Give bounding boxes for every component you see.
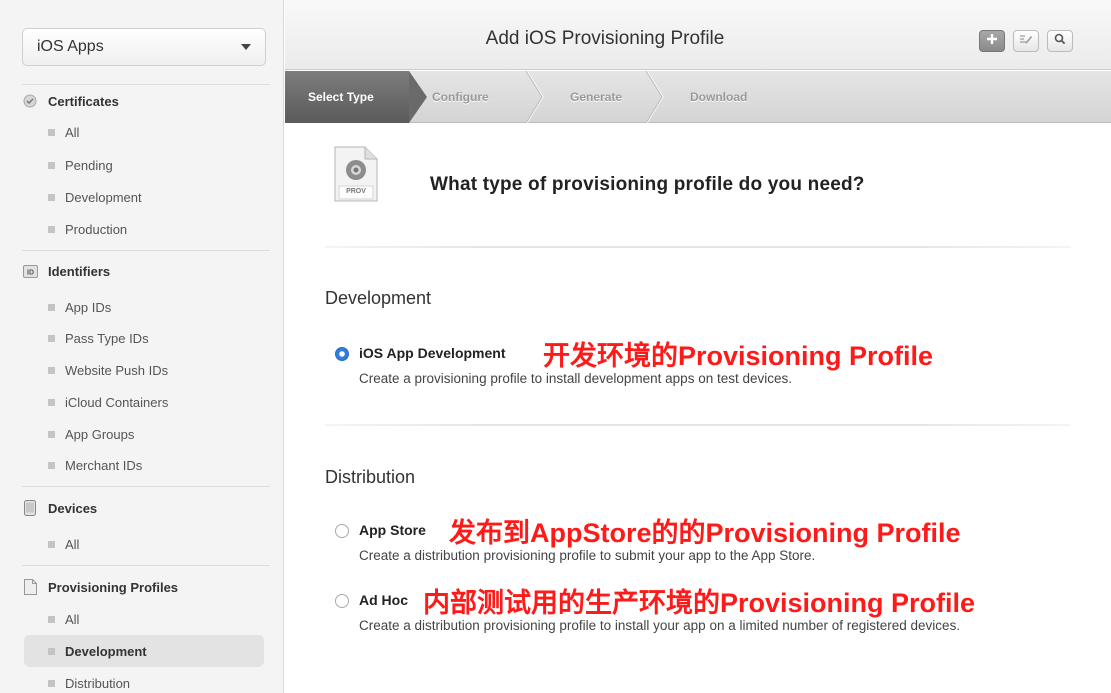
sidebar-section-devices[interactable]: Devices [22,497,97,519]
sidebar-section-label: Identifiers [48,263,111,279]
document-icon [22,579,38,595]
page-question: What type of provisioning profile do you… [430,174,865,195]
sidebar-item-pass-type-ids[interactable]: Pass Type IDs [48,327,149,349]
sidebar-item-label: iCloud Containers [65,394,169,410]
sidebar-item-label: Distribution [65,675,131,691]
sidebar-item-label: App IDs [65,299,112,315]
sidebar-section-provisioning-profiles[interactable]: Provisioning Profiles [22,576,178,598]
step-select-type: Select Type [285,71,427,123]
sidebar-section-label: Devices [48,500,98,516]
sidebar-item-icloud-containers[interactable]: iCloud Containers [48,391,168,413]
bullet-icon [48,540,55,548]
certificate-icon [22,93,38,109]
bullet-icon [48,647,55,655]
sidebar-item-website-push-ids[interactable]: Website Push IDs [48,359,168,381]
radio-ad-hoc[interactable] [335,594,349,608]
sidebar-divider [22,84,270,85]
bullet-icon [48,366,55,374]
sidebar-section-label: Certificates [48,93,119,109]
platform-select-label: iOS Apps [37,38,104,55]
sidebar-item-merchant-ids[interactable]: Merchant IDs [48,454,142,476]
divider [325,424,1071,426]
sidebar-item-label: Development [65,189,142,205]
sidebar-item-certificates-all[interactable]: All [48,121,79,143]
sidebar-item-label: Pending [65,157,113,173]
bullet-icon [48,334,55,342]
id-icon: ID [22,263,38,279]
bullet-icon [48,193,55,201]
step-separator-icon [525,71,544,123]
bullet-icon [48,128,55,136]
sidebar-item-label: Production [65,221,128,237]
step-configure: Configure [432,90,489,104]
page-title: Add iOS Provisioning Profile [485,28,725,49]
sidebar-divider [22,565,270,566]
edit-button[interactable] [1013,30,1039,52]
sidebar-item-label: Merchant IDs [65,457,143,473]
sidebar-item-label: Development [65,643,147,659]
sidebar-item-pending[interactable]: Pending [48,154,113,176]
bullet-icon [48,615,55,623]
option-label: iOS App Development [359,345,506,361]
sidebar-section-certificates[interactable]: Certificates [22,90,119,112]
sidebar-section-label: Provisioning Profiles [48,579,179,595]
step-generate: Generate [570,90,623,104]
option-label: App Store [359,522,426,538]
bullet-icon [48,679,55,687]
group-title-development: Development [325,288,432,308]
sidebar-item-label: All [65,611,80,627]
step-download: Download [690,90,748,104]
search-icon [1054,32,1066,50]
sidebar-divider [22,486,270,487]
sidebar-item-profiles-distribution[interactable]: Distribution [48,672,130,693]
sidebar-item-profiles-all[interactable]: All [48,608,79,630]
search-button[interactable] [1047,30,1073,52]
bullet-icon [48,161,55,169]
sidebar-item-app-ids[interactable]: App IDs [48,296,111,318]
group-title-distribution: Distribution [325,467,416,487]
device-icon [22,500,38,516]
sidebar-item-app-groups[interactable]: App Groups [48,423,134,445]
sidebar-item-devices-all[interactable]: All [48,533,79,555]
platform-select[interactable]: iOS Apps [22,28,266,66]
step-separator-icon [645,71,664,123]
bullet-icon [48,225,55,233]
sidebar-section-identifiers[interactable]: ID Identifiers [22,260,110,282]
plus-icon [986,32,998,50]
bullet-icon [48,303,55,311]
sidebar: iOS Apps Certificates All Pending Develo… [0,0,284,693]
divider [325,246,1071,248]
svg-text:ID: ID [27,269,34,276]
chevron-down-icon [241,44,251,50]
sidebar-divider [22,250,270,251]
sidebar-item-profiles-development[interactable]: Development [24,635,264,667]
edit-icon [1019,32,1033,50]
sidebar-item-label: All [65,124,80,140]
sidebar-item-production[interactable]: Production [48,218,127,240]
radio-ios-app-development[interactable] [335,347,349,361]
bullet-icon [48,398,55,406]
option-description: Create a distribution provisioning profi… [359,548,816,563]
bullet-icon [48,430,55,438]
header: Add iOS Provisioning Profile [285,0,1111,70]
bullet-icon [48,461,55,469]
sidebar-item-label: All [65,536,80,552]
step-progress-bar: Select Type Configure Generate Download [285,71,1111,123]
prov-icon-label: PROV [346,188,366,195]
sidebar-item-label: Website Push IDs [65,362,169,378]
main-content: PROV What type of provisioning profile d… [285,124,1111,693]
provisioning-file-icon: PROV [333,146,379,202]
sidebar-item-label: App Groups [65,426,135,442]
radio-app-store[interactable] [335,524,349,538]
sidebar-item-label: Pass Type IDs [65,330,149,346]
option-description: Create a distribution provisioning profi… [359,618,961,633]
add-button[interactable] [979,30,1005,52]
sidebar-item-certificates-development[interactable]: Development [48,186,142,208]
option-description: Create a provisioning profile to install… [359,371,792,386]
option-label: Ad Hoc [359,592,408,608]
